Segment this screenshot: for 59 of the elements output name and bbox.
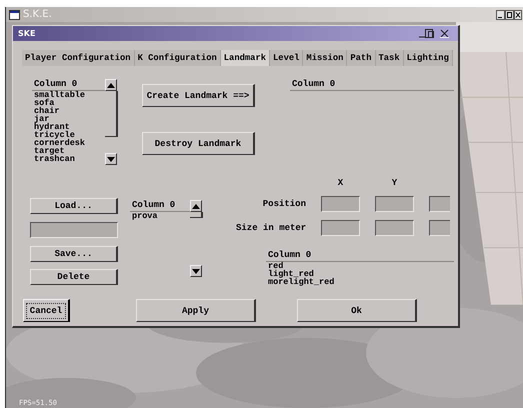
load-button[interactable]: Load... xyxy=(30,198,118,214)
field-label: Size in meter xyxy=(236,223,306,233)
axis-label: Y xyxy=(390,178,398,188)
window-controls-icon[interactable] xyxy=(418,29,450,38)
tab[interactable]: Landmark xyxy=(220,50,270,66)
input-field[interactable] xyxy=(429,220,450,236)
input-field[interactable] xyxy=(375,196,414,212)
list-item[interactable]: morelight_red xyxy=(266,278,454,286)
tab[interactable]: Level xyxy=(270,50,304,66)
list-item[interactable]: target xyxy=(32,147,105,155)
scrollbar[interactable] xyxy=(190,200,203,277)
up-arrow-icon xyxy=(107,82,115,88)
scrollbar-thumb[interactable] xyxy=(190,212,203,218)
input-field[interactable] xyxy=(375,220,414,236)
dialog-button[interactable]: Apply xyxy=(136,299,256,322)
tab[interactable]: K Configuration xyxy=(134,50,221,66)
dialog-title: SKE xyxy=(18,29,36,38)
list-item[interactable]: jar xyxy=(32,115,105,123)
scroll-down-button[interactable] xyxy=(105,153,117,165)
window-icon xyxy=(9,10,20,20)
list-item[interactable]: light_red xyxy=(266,270,454,278)
action-button[interactable]: Create Landmark ==> xyxy=(142,84,255,107)
up-arrow-icon xyxy=(192,204,200,208)
list-item[interactable]: cornerdesk xyxy=(32,139,105,147)
axis-label: X xyxy=(336,178,344,188)
scroll-up-button[interactable] xyxy=(105,79,117,91)
down-arrow-icon xyxy=(107,156,115,162)
tab[interactable]: Task xyxy=(376,50,404,66)
input-field[interactable] xyxy=(30,222,118,238)
dialog-button[interactable]: Ok xyxy=(297,299,417,322)
list-item[interactable]: trashcan xyxy=(32,155,105,163)
scrollbar[interactable] xyxy=(105,79,118,165)
column-header: Column 0 xyxy=(290,79,454,91)
tab[interactable]: Lighting xyxy=(404,50,453,66)
field-label: Position xyxy=(262,199,306,209)
scroll-down-button[interactable] xyxy=(190,265,202,277)
input-field[interactable] xyxy=(321,196,360,212)
window-controls-icon[interactable] xyxy=(496,10,522,20)
scrollbar-thumb[interactable] xyxy=(105,91,118,137)
input-field[interactable] xyxy=(321,220,360,236)
list-item[interactable]: tricycle xyxy=(32,131,105,139)
input-field[interactable] xyxy=(429,196,450,212)
save-button[interactable]: Save... xyxy=(30,246,118,262)
list-item[interactable]: smalltable xyxy=(32,91,105,99)
list-item[interactable]: hydrant xyxy=(32,123,105,131)
list-item[interactable]: chair xyxy=(32,107,105,115)
action-button[interactable]: Destroy Landmark xyxy=(142,132,255,155)
delete-button[interactable]: Delete xyxy=(30,269,118,285)
tab[interactable]: Player Configuration xyxy=(22,50,135,66)
tab[interactable]: Path xyxy=(347,50,376,66)
column-header: Column 0 xyxy=(266,250,454,262)
down-arrow-icon xyxy=(192,268,200,274)
dialog-button[interactable]: Cancel xyxy=(23,299,70,322)
scroll-up-button[interactable] xyxy=(190,200,202,212)
tab[interactable]: Mission xyxy=(303,50,348,66)
list-item[interactable]: sofa xyxy=(32,99,105,107)
list-item[interactable]: red xyxy=(266,262,454,270)
list-item[interactable]: prova xyxy=(130,212,190,220)
window-title: S.K.E. xyxy=(23,9,52,20)
